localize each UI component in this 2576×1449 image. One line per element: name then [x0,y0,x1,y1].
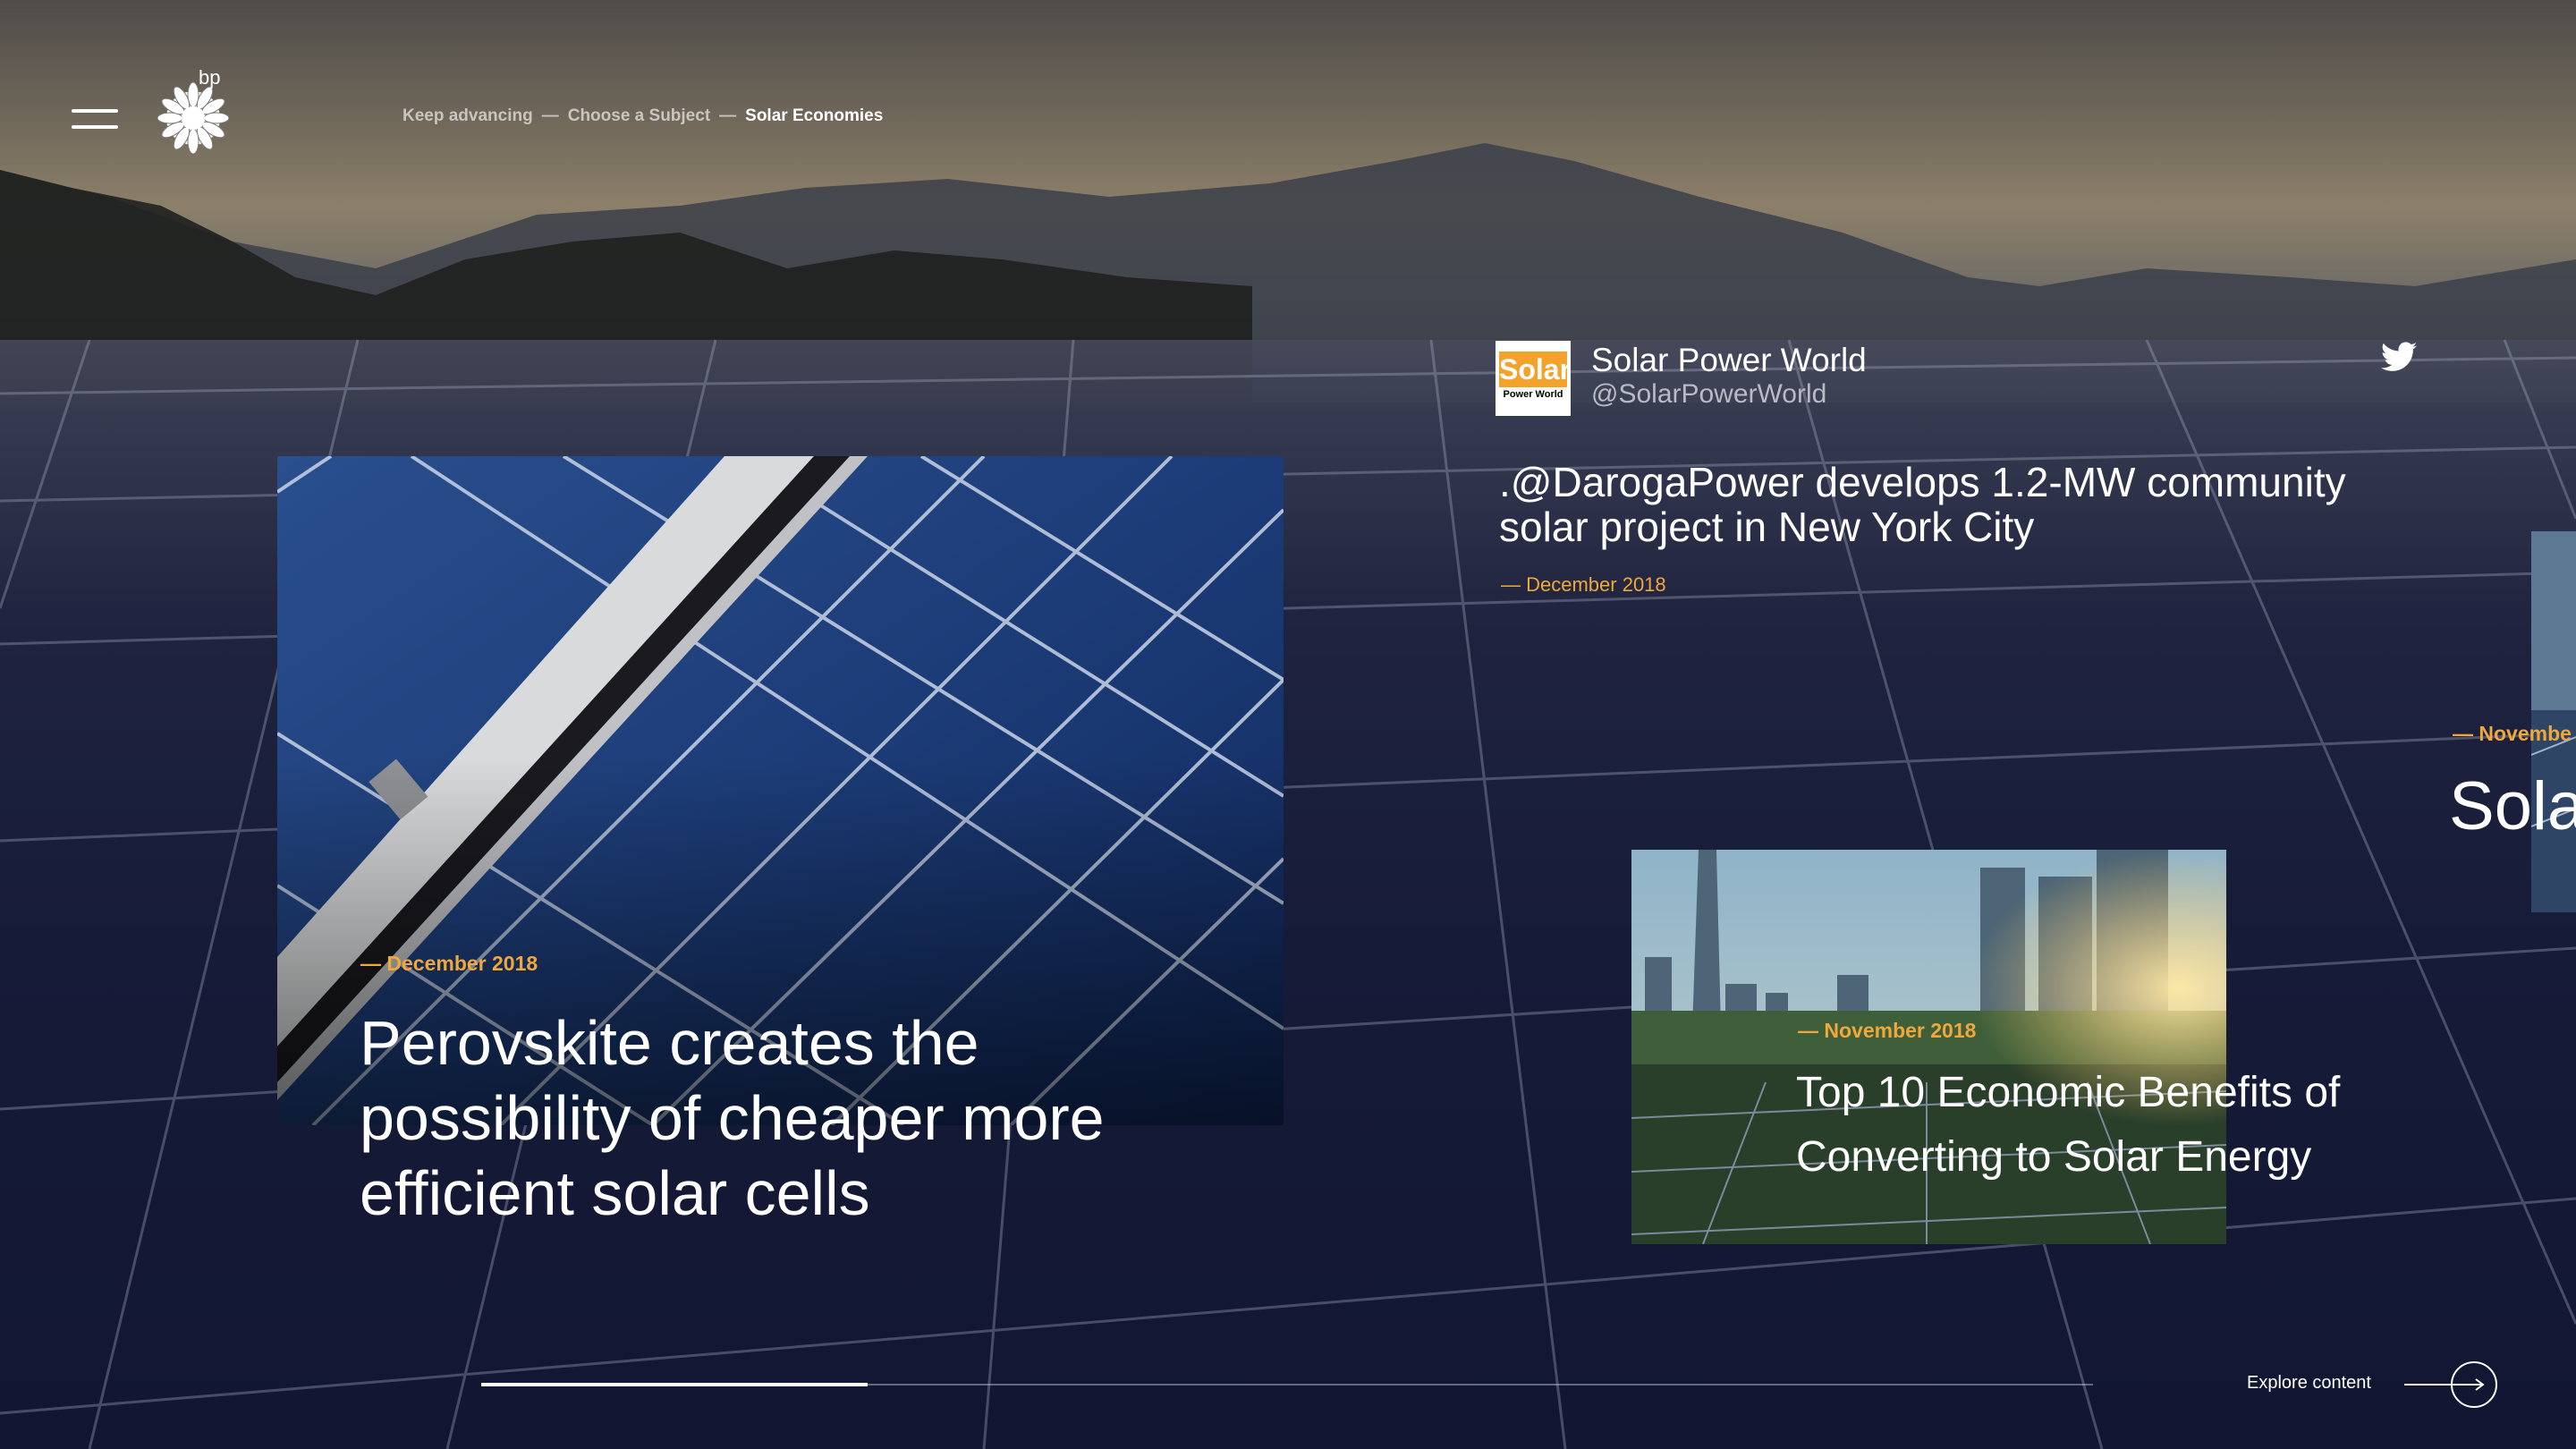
menu-line [72,125,118,129]
breadcrumb-item-current: Solar Economies [745,106,884,125]
logo-text: bp [199,66,221,89]
main-card-title[interactable]: Perovskite creates the possibility of ch… [360,1005,1165,1231]
breadcrumb-item-choose-subject[interactable]: Choose a Subject [568,106,710,125]
tweet-date: — December 2018 [1501,573,1666,596]
explore-content-label[interactable]: Explore content [2247,1373,2371,1394]
secondary-card-title[interactable]: Top 10 Economic Benefits of Converting t… [1796,1061,2422,1190]
breadcrumb: Keep advancing — Choose a Subject — Solar Ec… [402,106,883,126]
scroll-progress-bar[interactable] [481,1383,2093,1386]
twitter-icon[interactable] [2381,342,2417,372]
menu-button[interactable] [72,107,118,134]
tweet-author-name[interactable]: Solar Power World [1591,342,1867,379]
tweet-author-handle[interactable]: @SolarPowerWorld [1591,379,1826,410]
secondary-card-date: — November 2018 [1798,1019,1977,1042]
avatar-word: Solar [1499,353,1572,386]
menu-line [72,109,118,113]
tweet-text[interactable]: .@DarogaPower develops 1.2-MW community … [1499,460,2429,549]
breadcrumb-separator: — [541,106,559,125]
breadcrumb-item-keep-advancing[interactable]: Keep advancing [402,106,533,125]
avatar-subtext: Power World [1503,389,1563,400]
main-card-date: — December 2018 [360,952,538,975]
solar-power-world-avatar[interactable]: Solar Power World [1496,341,1571,416]
arrow-right-icon [2404,1361,2497,1408]
explore-arrow-button[interactable] [2404,1360,2499,1410]
next-card-title[interactable]: Sola [2449,767,2576,845]
twitter-bird-icon [2381,342,2417,371]
next-card-date: — Novembe [2453,722,2572,745]
breadcrumb-separator: — [719,106,737,125]
scroll-progress-fill [481,1383,869,1386]
